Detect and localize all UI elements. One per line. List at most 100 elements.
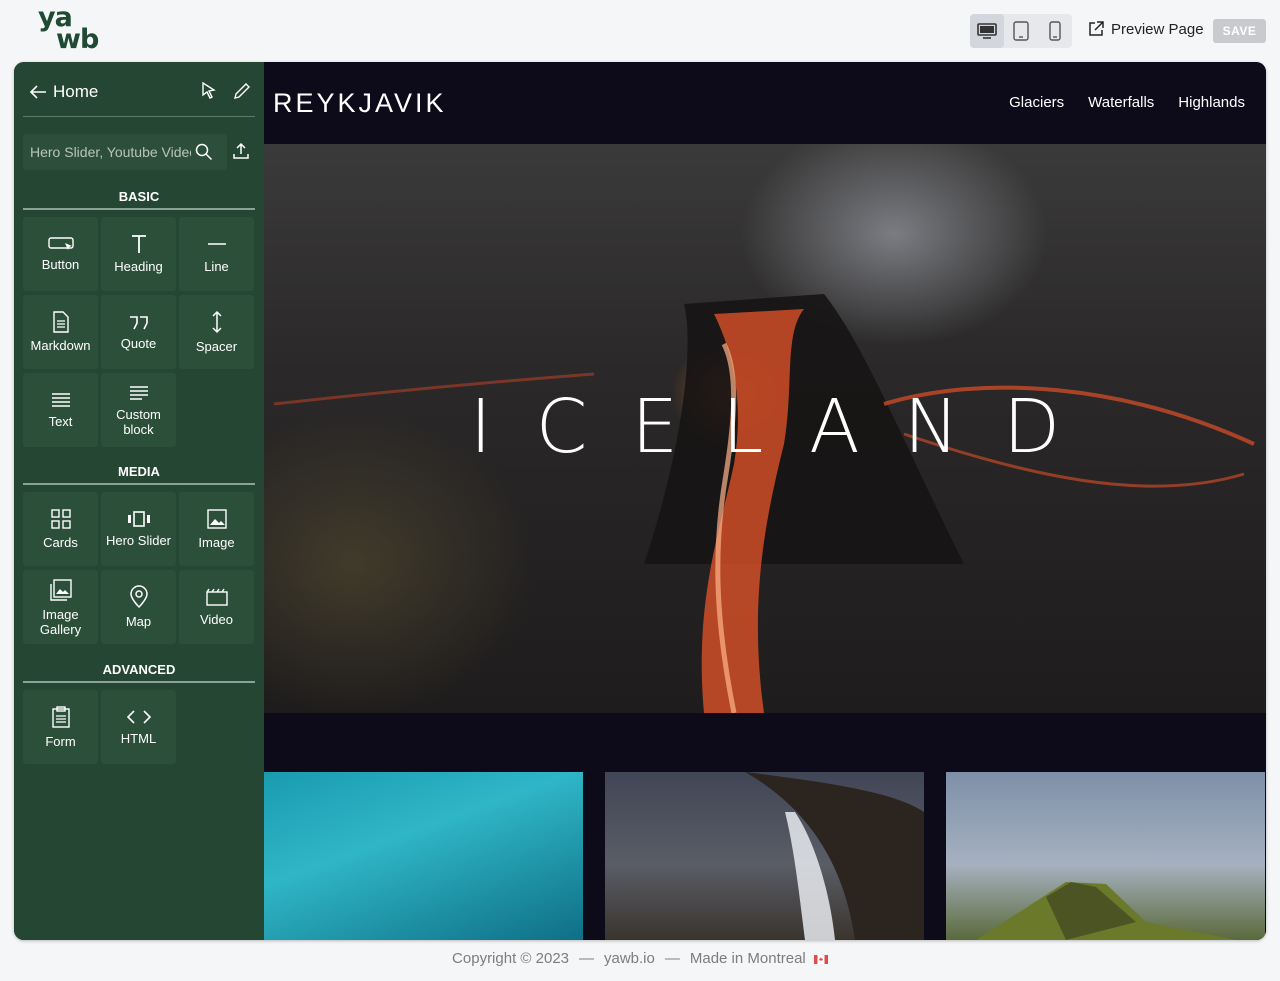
nav-item-waterfalls[interactable]: Waterfalls: [1088, 94, 1154, 111]
footer-site-link[interactable]: yawb.io: [604, 950, 655, 967]
gallery-icon: [49, 578, 72, 601]
block-spacer[interactable]: Spacer: [179, 295, 254, 369]
search-icon[interactable]: [195, 143, 213, 161]
map-pin-icon: [129, 585, 148, 609]
block-html[interactable]: HTML: [101, 690, 176, 764]
block-label: Custom block: [116, 406, 161, 437]
custom-block-icon: [129, 385, 148, 400]
logo-text-bottom: wb: [56, 24, 99, 55]
block-label: Hero Slider: [105, 533, 172, 548]
block-label: Button: [41, 257, 80, 272]
code-icon: [126, 710, 151, 724]
media-blocks-grid: Cards Hero Slider Image Image Gallery Ma…: [23, 492, 257, 644]
form-icon: [51, 706, 70, 728]
text-icon: [51, 393, 70, 407]
line-icon: [207, 243, 226, 245]
cards-icon: [50, 509, 71, 529]
block-search: [23, 134, 227, 170]
arrow-left-icon: [29, 85, 46, 99]
footer-copyright: Copyright © 2023: [452, 950, 569, 967]
block-form[interactable]: Form: [23, 690, 98, 764]
sidebar-header: Home: [23, 62, 255, 117]
mobile-icon: [1049, 21, 1061, 41]
block-label: Image Gallery: [39, 606, 82, 637]
block-cards[interactable]: Cards: [23, 492, 98, 566]
card-image-glacier[interactable]: [264, 772, 583, 940]
hero-slider-icon: [127, 511, 150, 527]
card-image-highlands[interactable]: [946, 772, 1265, 940]
quote-icon: [129, 316, 148, 330]
section-title-media: MEDIA: [23, 464, 255, 485]
preview-page-label: Preview Page: [1111, 20, 1204, 38]
site-nav: Glaciers Waterfalls Highlands: [1009, 94, 1245, 111]
block-quote[interactable]: Quote: [101, 295, 176, 369]
cards-row: [264, 772, 1266, 940]
home-label: Home: [53, 82, 99, 101]
button-icon: [47, 237, 74, 250]
pencil-icon[interactable]: [233, 82, 251, 100]
block-button[interactable]: Button: [23, 217, 98, 291]
mountain-illustration: [976, 882, 1236, 940]
block-label: Video: [199, 612, 233, 627]
advanced-blocks-grid: Form HTML: [23, 690, 257, 764]
nav-item-glaciers[interactable]: Glaciers: [1009, 94, 1064, 111]
markdown-icon: [52, 311, 69, 333]
block-label: Quote: [120, 336, 157, 351]
top-bar: ya wb Preview Page SAVE: [0, 0, 1280, 62]
device-switcher: [970, 14, 1072, 48]
block-label: Markdown: [30, 338, 91, 353]
external-link-icon: [1089, 21, 1104, 36]
card-image-waterfall[interactable]: [605, 772, 924, 940]
tablet-view-button[interactable]: [1004, 14, 1038, 48]
site-preview: REYKJAVIK Glaciers Waterfalls Highlands …: [264, 62, 1266, 940]
nav-item-highlands[interactable]: Highlands: [1178, 94, 1245, 111]
section-title-advanced: ADVANCED: [23, 662, 255, 683]
block-label: Line: [204, 259, 229, 274]
save-button[interactable]: SAVE: [1213, 19, 1266, 43]
home-back-link[interactable]: Home: [29, 82, 98, 102]
video-icon: [205, 588, 228, 606]
desktop-view-button[interactable]: [970, 14, 1004, 48]
mobile-view-button[interactable]: [1038, 14, 1072, 48]
basic-blocks-grid: Button Heading Line Markdown Quote Space…: [23, 217, 257, 447]
site-brand[interactable]: REYKJAVIK: [273, 88, 447, 119]
block-label: Heading: [114, 259, 163, 274]
image-icon: [206, 509, 227, 529]
block-video[interactable]: Video: [179, 570, 254, 644]
block-label: Form: [45, 734, 76, 749]
waterfall-illustration: [745, 772, 924, 940]
spacer-icon: [211, 310, 222, 334]
block-custom[interactable]: Custom block: [101, 373, 176, 447]
canada-flag-icon: [813, 954, 828, 964]
block-line[interactable]: Line: [179, 217, 254, 291]
footer-made-in: Made in Montreal: [689, 950, 806, 967]
block-image[interactable]: Image: [179, 492, 254, 566]
hero-title: ICELAND: [469, 384, 1105, 470]
desktop-icon: [977, 23, 997, 39]
heading-icon: [131, 235, 146, 253]
block-sidebar: Home BASIC Button Heading: [14, 62, 264, 940]
block-label: Text: [48, 414, 73, 429]
preview-page-button[interactable]: Preview Page: [1087, 20, 1204, 38]
block-map[interactable]: Map: [101, 570, 176, 644]
block-label: Spacer: [195, 339, 238, 354]
block-image-gallery[interactable]: Image Gallery: [23, 570, 98, 644]
tablet-icon: [1013, 21, 1029, 41]
block-text[interactable]: Text: [23, 373, 98, 447]
hero-image-volcano[interactable]: ICELAND: [264, 144, 1266, 713]
block-heading[interactable]: Heading: [101, 217, 176, 291]
block-label: Cards: [43, 535, 78, 550]
editor-frame: Home BASIC Button Heading: [14, 62, 1266, 940]
block-hero-slider[interactable]: Hero Slider: [101, 492, 176, 566]
sidebar-tools: [201, 82, 251, 100]
block-markdown[interactable]: Markdown: [23, 295, 98, 369]
block-search-input[interactable]: [23, 144, 191, 160]
section-title-basic: BASIC: [23, 189, 255, 210]
block-label: Map: [125, 614, 152, 629]
upload-icon[interactable]: [232, 142, 250, 160]
block-label: HTML: [120, 731, 157, 746]
footer: Copyright © 2023— yawb.io — Made in Montrea…: [0, 950, 1280, 967]
cursor-icon[interactable]: [201, 82, 217, 100]
yawb-logo[interactable]: ya wb: [38, 4, 110, 56]
block-label: Image: [198, 535, 235, 550]
